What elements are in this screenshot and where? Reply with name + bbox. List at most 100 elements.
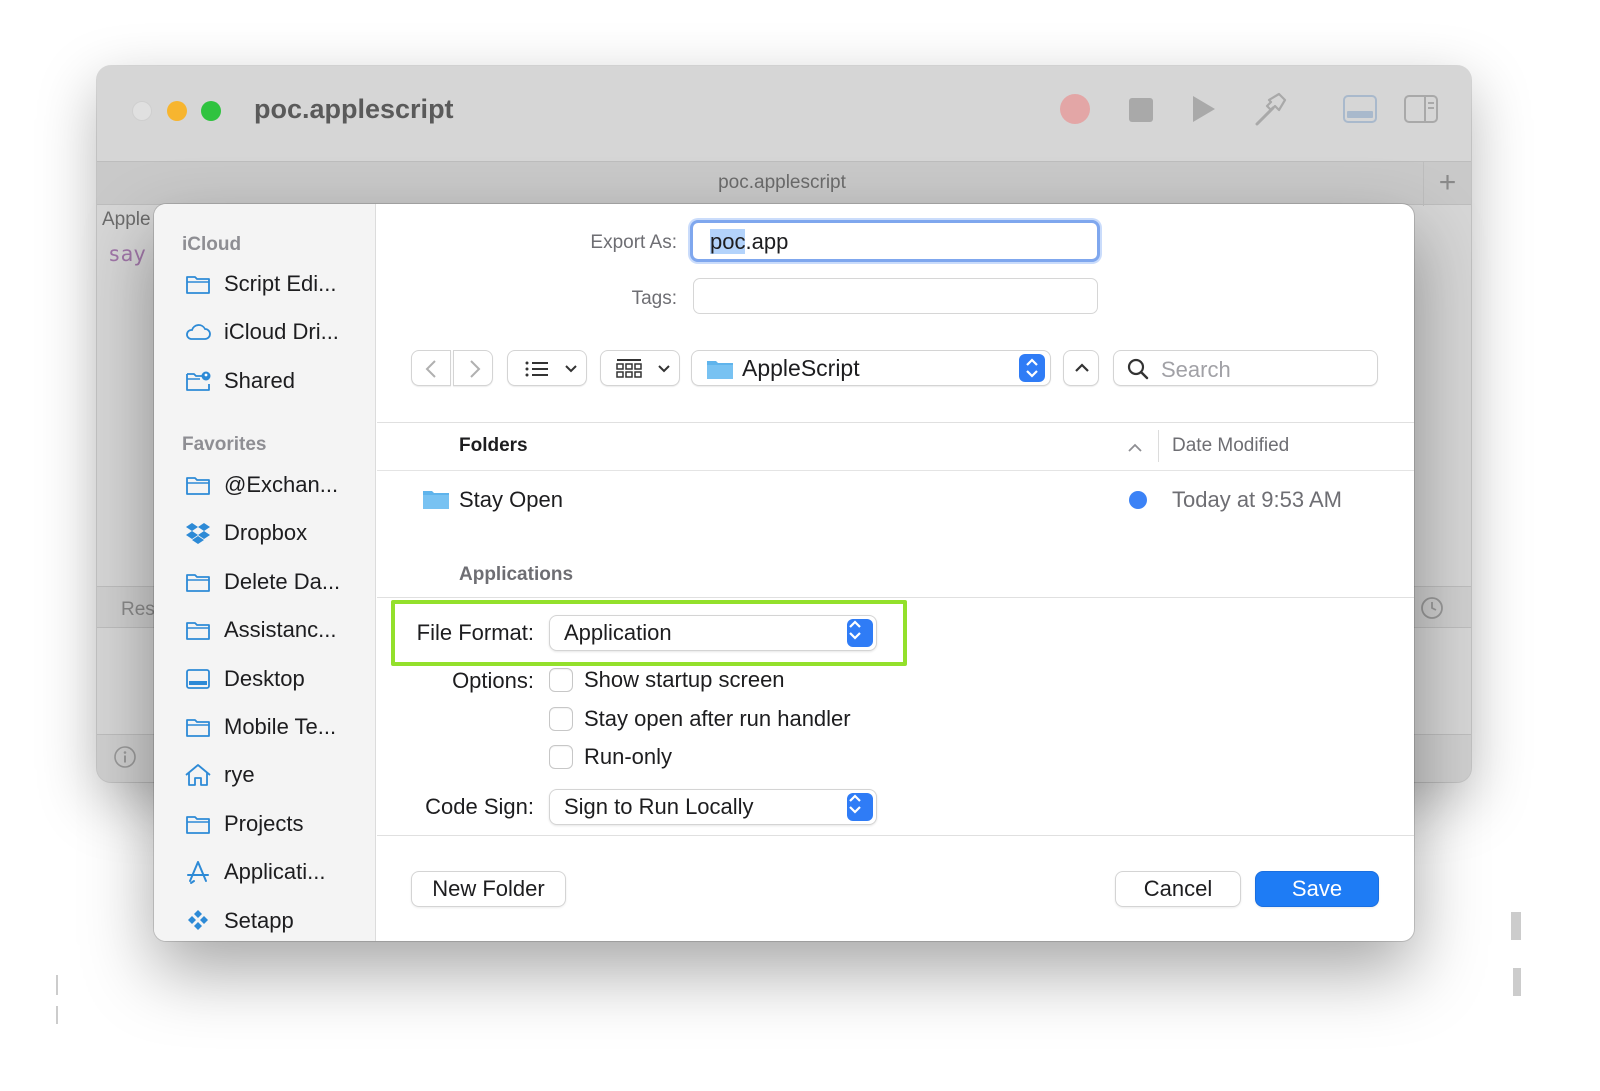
list-view-icon bbox=[525, 361, 548, 377]
sidebar-item-label: Shared bbox=[224, 368, 295, 393]
checkbox-label: Run-only bbox=[584, 744, 673, 769]
home-icon bbox=[185, 764, 211, 786]
sidebar-item-assistance[interactable]: Assistanc... bbox=[184, 612, 374, 648]
minimize-window-button[interactable] bbox=[167, 101, 187, 121]
new-tab-plus-icon[interactable]: + bbox=[1423, 162, 1471, 206]
code-sign-label: Code Sign: bbox=[425, 794, 534, 819]
list-item-name: Stay Open bbox=[459, 487, 563, 512]
chevron-up-icon bbox=[1075, 363, 1089, 372]
column-header-folders[interactable]: Folders bbox=[459, 435, 528, 457]
sidebar-section-icloud: iCloud bbox=[182, 234, 242, 255]
chevron-right-icon bbox=[470, 360, 481, 378]
new-folder-button[interactable]: New Folder bbox=[411, 871, 566, 907]
zoom-window-button[interactable] bbox=[201, 101, 221, 121]
code-sign-value: Sign to Run Locally bbox=[564, 794, 754, 819]
sidebar-item-shared[interactable]: Shared bbox=[184, 363, 374, 399]
edge-mark bbox=[56, 975, 58, 995]
file-format-popup[interactable]: Application bbox=[549, 615, 877, 651]
folder-icon bbox=[186, 622, 210, 640]
sidebar-item-script-editor[interactable]: Script Edi... bbox=[184, 266, 374, 302]
tag-dot bbox=[1129, 491, 1147, 509]
search-input[interactable]: Search bbox=[1113, 350, 1378, 386]
location-popup[interactable]: AppleScript bbox=[691, 350, 1051, 386]
option-show-startup-screen[interactable]: Show startup screen bbox=[549, 666, 785, 694]
sidebar-item-label: rye bbox=[224, 762, 255, 787]
clock-icon[interactable] bbox=[1420, 596, 1444, 620]
sidebar-item-label: Projects bbox=[224, 811, 304, 836]
group-view-button[interactable] bbox=[600, 350, 680, 386]
tags-field[interactable] bbox=[693, 278, 1098, 314]
compile-hammer-icon[interactable] bbox=[1249, 90, 1289, 130]
option-stay-open[interactable]: Stay open after run handler bbox=[549, 705, 851, 733]
chevron-down-icon bbox=[565, 365, 577, 373]
file-format-stepper bbox=[847, 619, 873, 647]
checkbox-label: Stay open after run handler bbox=[584, 706, 851, 731]
tags-label: Tags: bbox=[631, 288, 677, 309]
sidebar-item-label: Applicati... bbox=[224, 859, 326, 884]
folder-icon bbox=[423, 491, 449, 509]
sidebar-item-applications[interactable]: Applicati... bbox=[184, 854, 374, 890]
export-as-extension: .app bbox=[745, 229, 789, 254]
show-log-icon[interactable] bbox=[1343, 95, 1377, 123]
setapp-icon bbox=[188, 910, 208, 930]
cancel-button[interactable]: Cancel bbox=[1115, 871, 1241, 907]
sidebar-item-desktop[interactable]: Desktop bbox=[184, 661, 374, 697]
dialog-main: Export As: poc.app Tags: AppleScript Sea… bbox=[377, 204, 1414, 941]
dropbox-icon bbox=[186, 523, 210, 544]
applications-icon bbox=[187, 861, 209, 884]
shared-folder-icon bbox=[186, 371, 211, 391]
sidebar: iCloud Script Edi... iCloud Dri... Share… bbox=[154, 204, 376, 941]
grid-view-icon bbox=[616, 359, 642, 378]
group-label-applications: Applications bbox=[459, 564, 574, 585]
checkbox[interactable] bbox=[549, 745, 573, 769]
folder-icon bbox=[186, 816, 210, 834]
info-icon[interactable] bbox=[113, 745, 137, 769]
window-title: poc.applescript bbox=[254, 94, 454, 124]
record-icon[interactable] bbox=[1060, 94, 1090, 124]
stop-icon[interactable] bbox=[1129, 98, 1153, 122]
forward-button[interactable] bbox=[453, 350, 493, 386]
checkbox[interactable] bbox=[549, 668, 573, 692]
sidebar-item-setapp[interactable]: Setapp bbox=[184, 903, 374, 939]
script-code[interactable]: say bbox=[108, 242, 146, 266]
export-as-field[interactable]: poc.app bbox=[690, 220, 1100, 262]
file-format-value: Application bbox=[564, 620, 672, 645]
sidebar-item-icloud-drive[interactable]: iCloud Dri... bbox=[184, 314, 374, 350]
chevron-left-icon bbox=[425, 360, 436, 378]
sidebar-item-rye[interactable]: rye bbox=[184, 757, 374, 793]
export-dialog: iCloud Script Edi... iCloud Dri... Share… bbox=[154, 204, 1414, 941]
list-view-button[interactable] bbox=[507, 350, 587, 386]
search-icon bbox=[1127, 358, 1149, 380]
enclosing-folder-button[interactable] bbox=[1063, 350, 1099, 386]
folder-icon bbox=[186, 276, 210, 294]
sidebar-item-projects[interactable]: Projects bbox=[184, 806, 374, 842]
location-text: AppleScript bbox=[742, 355, 860, 381]
folder-icon bbox=[186, 574, 210, 592]
tab-poc-applescript[interactable]: poc.applescript bbox=[97, 172, 1467, 194]
save-button[interactable]: Save bbox=[1255, 871, 1379, 907]
column-header-date-modified[interactable]: Date Modified bbox=[1172, 435, 1289, 457]
close-window-button[interactable] bbox=[132, 101, 152, 121]
edge-mark bbox=[56, 1006, 58, 1024]
header-divider bbox=[377, 470, 1414, 471]
sidebar-item-delete-data[interactable]: Delete Da... bbox=[184, 564, 374, 600]
search-placeholder: Search bbox=[1161, 357, 1231, 382]
back-button[interactable] bbox=[411, 350, 451, 386]
sidebar-item-exchange[interactable]: @Exchan... bbox=[184, 467, 374, 503]
sidebar-item-label: Setapp bbox=[224, 908, 294, 933]
sidebar-item-dropbox[interactable]: Dropbox bbox=[184, 515, 374, 551]
result-label: Res bbox=[121, 599, 155, 620]
sidebar-item-mobile-te[interactable]: Mobile Te... bbox=[184, 709, 374, 745]
export-as-selected-text: poc bbox=[710, 229, 746, 254]
run-icon[interactable] bbox=[1193, 96, 1215, 122]
checkbox[interactable] bbox=[549, 707, 573, 731]
footer-divider bbox=[377, 835, 1414, 836]
option-run-only[interactable]: Run-only bbox=[549, 743, 672, 771]
show-sidebar-icon[interactable] bbox=[1404, 95, 1438, 123]
sidebar-item-label: Desktop bbox=[224, 666, 305, 691]
code-sign-popup[interactable]: Sign to Run Locally bbox=[549, 789, 877, 825]
location-stepper bbox=[1019, 354, 1045, 382]
folder-icon bbox=[186, 477, 210, 495]
sidebar-item-label: @Exchan... bbox=[224, 472, 339, 497]
checkbox-label: Show startup screen bbox=[584, 667, 785, 692]
